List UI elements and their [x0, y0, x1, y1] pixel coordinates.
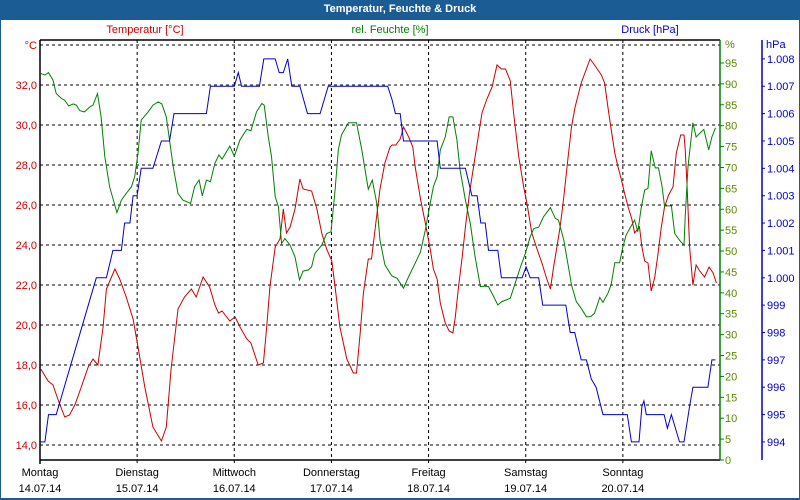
humidity-tick-label: 80	[725, 121, 737, 133]
x-tick-date-label: 20.07.14	[601, 483, 644, 495]
x-tick-date-label: 19.07.14	[504, 483, 547, 495]
x-tick-day-label: Samstag	[504, 467, 547, 479]
pressure-tick-label: 1.005	[767, 136, 795, 148]
temperature-tick-label: 14,0	[16, 440, 37, 452]
temperature-tick-label: 28,0	[16, 160, 37, 172]
humidity-tick-label: 50	[725, 246, 737, 258]
pressure-tick-label: 997	[767, 355, 785, 367]
humidity-tick-label: 90	[725, 79, 737, 91]
x-tick-date-label: 15.07.14	[116, 483, 159, 495]
x-tick-date-label: 16.07.14	[213, 483, 256, 495]
humidity-tick-label: 75	[725, 142, 737, 154]
x-tick-date-label: 14.07.14	[19, 483, 62, 495]
temperature-tick-label: 26,0	[16, 200, 37, 212]
humidity-tick-label: 5	[725, 434, 731, 446]
humidity-series-line	[40, 71, 716, 318]
pressure-unit-label: hPa	[766, 39, 786, 51]
humidity-tick-label: 0	[725, 455, 731, 467]
pressure-tick-label: 995	[767, 410, 785, 422]
humidity-tick-label: 30	[725, 330, 737, 342]
temperature-tick-label: 18,0	[16, 360, 37, 372]
humidity-tick-label: 40	[725, 288, 737, 300]
pressure-tick-label: 1.007	[767, 81, 795, 93]
pressure-series-line	[40, 58, 716, 443]
temperature-tick-label: 20,0	[16, 320, 37, 332]
humidity-tick-label: 20	[725, 371, 737, 383]
x-tick-day-label: Dienstag	[115, 467, 158, 479]
x-tick-day-label: Mittwoch	[213, 467, 256, 479]
humidity-tick-label: 25	[725, 351, 737, 363]
humidity-unit-label: %	[725, 39, 735, 51]
pressure-tick-label: 998	[767, 327, 785, 339]
pressure-tick-label: 1.002	[767, 218, 795, 230]
pressure-tick-label: 1.003	[767, 191, 795, 203]
x-tick-day-label: Montag	[22, 467, 59, 479]
pressure-tick-label: 1.001	[767, 245, 795, 257]
pressure-tick-label: 994	[767, 437, 785, 449]
pressure-tick-label: 999	[767, 300, 785, 312]
temperature-tick-label: 30,0	[16, 120, 37, 132]
temperature-tick-label: 24,0	[16, 240, 37, 252]
pressure-tick-label: 996	[767, 382, 785, 394]
x-tick-date-label: 18.07.14	[407, 483, 450, 495]
humidity-tick-label: 10	[725, 413, 737, 425]
x-tick-day-label: Freitag	[411, 467, 445, 479]
chart-plot: Montag 14.07.14 Dienstag 15.07.14 Mittwoch 16…	[16, 39, 795, 495]
humidity-tick-label: 55	[725, 225, 737, 237]
temperature-series-line	[40, 57, 717, 443]
temperature-tick-label: 32,0	[16, 80, 37, 92]
humidity-tick-label: 15	[725, 392, 737, 404]
pressure-tick-label: 1.004	[767, 163, 795, 175]
pressure-tick-label: 1.006	[767, 109, 795, 121]
temperature-unit-label: °C	[25, 40, 37, 52]
humidity-tick-label: 35	[725, 309, 737, 321]
humidity-tick-label: 70	[725, 162, 737, 174]
humidity-tick-label: 95	[725, 58, 737, 70]
pressure-tick-label: 1.000	[767, 273, 795, 285]
humidity-tick-label: 60	[725, 204, 737, 216]
temperature-tick-label: 22,0	[16, 280, 37, 292]
humidity-tick-label: 85	[725, 100, 737, 112]
x-tick-day-label: Donnerstag	[303, 467, 360, 479]
humidity-tick-label: 45	[725, 267, 737, 279]
humidity-tick-label: 65	[725, 183, 737, 195]
pressure-tick-label: 1.008	[767, 54, 795, 66]
x-tick-date-label: 17.07.14	[310, 483, 353, 495]
x-tick-day-label: Sonntag	[602, 467, 643, 479]
temperature-tick-label: 16,0	[16, 400, 37, 412]
